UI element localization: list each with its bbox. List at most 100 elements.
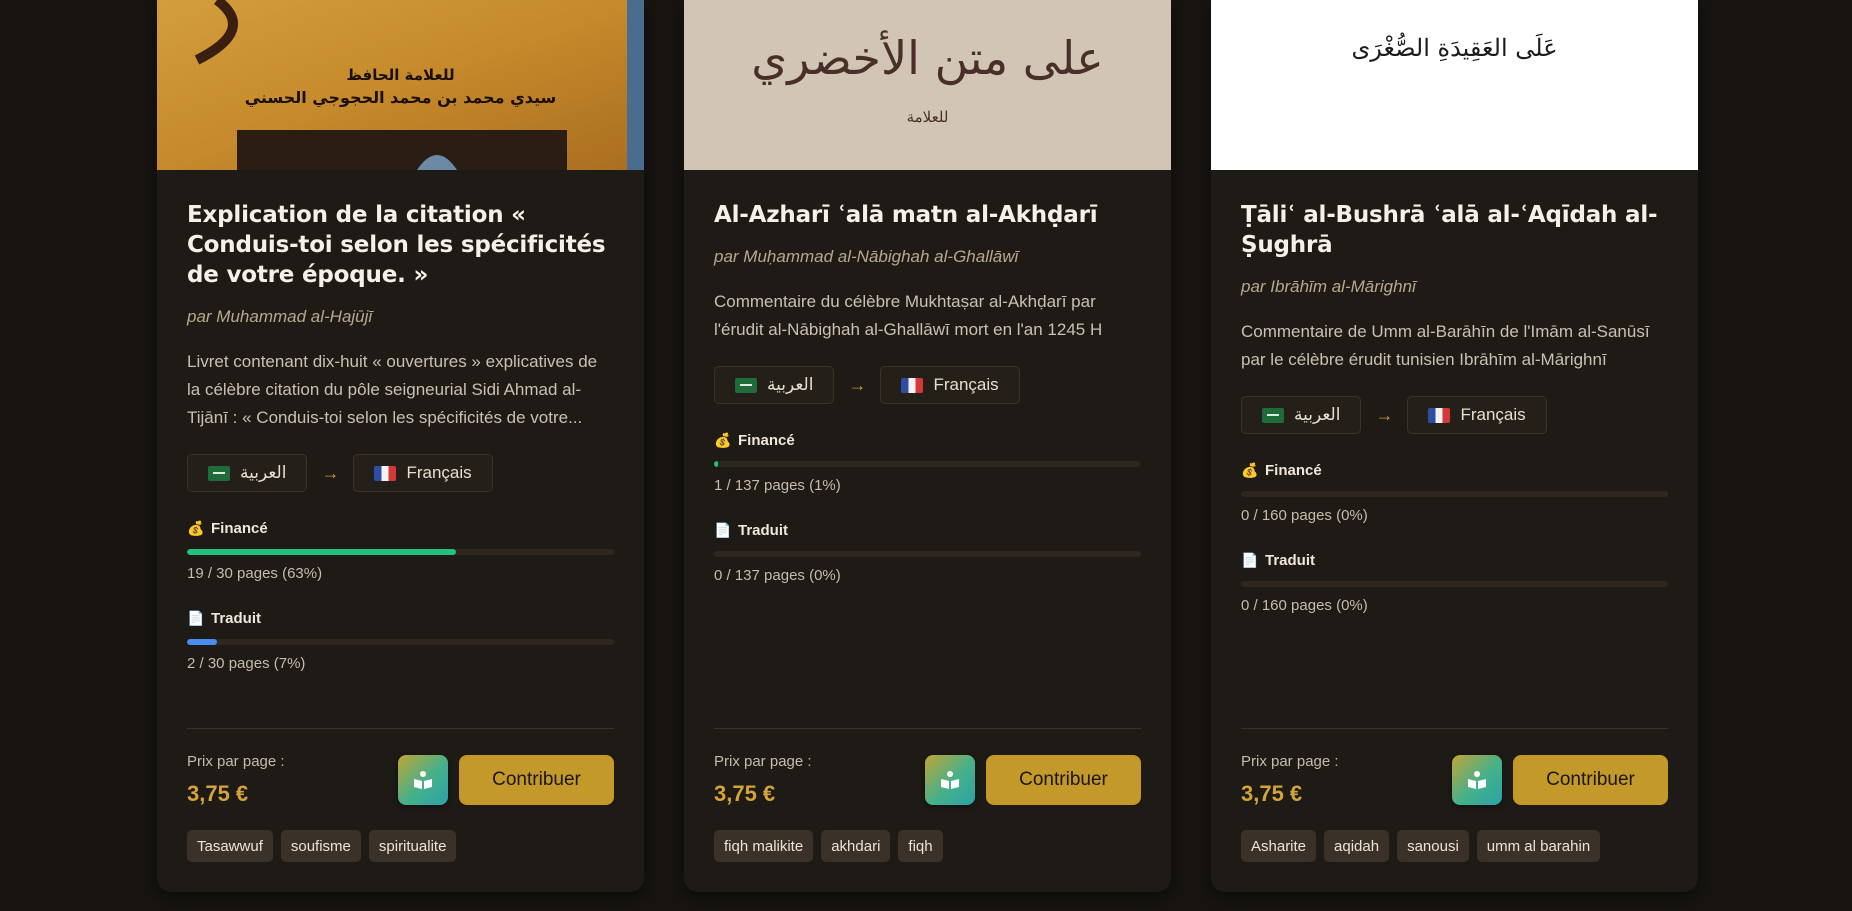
funding-label: Financé	[1265, 462, 1322, 479]
target-language-badge: Français	[880, 366, 1020, 404]
book-title[interactable]: Al-Azharī ʿalā matn al-Akhḍarī	[714, 200, 1141, 230]
tag[interactable]: sanousi	[1397, 830, 1469, 862]
translation-count: 2 / 30 pages (7%)	[187, 655, 306, 672]
translation-count: 0 / 160 pages (0%)	[1241, 597, 1368, 614]
source-language-badge: العربية	[187, 454, 308, 492]
price-per-page: 3,75 €	[187, 781, 249, 806]
book-card[interactable]: للعلامة الحافظ سيدي محمد بن محمد الحجوجي…	[157, 0, 644, 892]
funding-progress: 💰 Financé 0 / 160 pages (0%)	[1241, 462, 1668, 524]
price-label: Prix par page :	[187, 753, 285, 770]
funding-bar-track	[187, 549, 614, 555]
tag[interactable]: fiqh malikite	[714, 830, 814, 862]
book-title[interactable]: Explication de la citation « Conduis-toi…	[187, 200, 614, 290]
book-author: par Muḥammad al-Nābighah al-Ghallāwī	[714, 247, 1019, 266]
cover-text: عَلَى العَقِيدَةِ الصُّغْرَى	[1351, 34, 1558, 62]
card-body: Al-Azharī ʿalā matn al-Akhḍarī par Muḥam…	[714, 170, 1141, 584]
funding-bar-track	[714, 461, 1141, 467]
funding-count: 0 / 160 pages (0%)	[1241, 507, 1368, 524]
funding-bar-fill	[187, 549, 456, 555]
target-language-label: Français	[933, 375, 999, 394]
funding-progress: 💰 Financé 19 / 30 pages (63%)	[187, 520, 614, 582]
read-book-button[interactable]	[925, 755, 975, 805]
book-description: Commentaire de Umm al-Barāhīn de l'Imām …	[1241, 322, 1650, 369]
target-language-badge: Français	[353, 454, 493, 492]
book-title[interactable]: Ṭāliʿ al-Bushrā ʿalā al-ʿAqīdah al-Ṣughr…	[1241, 200, 1668, 260]
book-cover-image[interactable]: على متن الأخضري للعلامة	[684, 0, 1171, 170]
tag-list: Tasawwuf soufisme spiritualite	[187, 830, 457, 862]
funding-count: 19 / 30 pages (63%)	[187, 565, 323, 582]
open-book-icon	[941, 771, 959, 789]
document-icon: 📄	[1241, 552, 1259, 568]
book-description: Commentaire du célèbre Mukhtaṣar al-Akhḍ…	[714, 292, 1103, 339]
translation-progress: 📄 Traduit 2 / 30 pages (7%)	[187, 610, 614, 672]
book-card[interactable]: عَلَى العَقِيدَةِ الصُّغْرَى Ṭāliʿ al-Bu…	[1211, 0, 1698, 892]
cover-text: للعلامة	[906, 108, 949, 126]
funding-bar-fill	[714, 461, 719, 467]
translation-progress: 📄 Traduit 0 / 160 pages (0%)	[1241, 552, 1668, 614]
tag[interactable]: fiqh	[898, 830, 943, 862]
funding-bar-track	[1241, 491, 1668, 497]
arrow-right-icon: →	[848, 374, 867, 395]
document-icon: 📄	[714, 522, 732, 538]
source-language-badge: العربية	[1241, 396, 1362, 434]
funding-progress: 💰 Financé 1 / 137 pages (1%)	[714, 432, 1141, 494]
tag[interactable]: soufisme	[280, 830, 361, 862]
book-author: par Muhammad al-Hajūjī	[187, 307, 373, 326]
tag[interactable]: spiritualite	[368, 830, 457, 862]
book-cover-image[interactable]: للعلامة الحافظ سيدي محمد بن محمد الحجوجي…	[157, 0, 644, 170]
card-body: Ṭāliʿ al-Bushrā ʿalā al-ʿAqīdah al-Ṣughr…	[1241, 170, 1668, 614]
target-language-label: Français	[1460, 405, 1526, 424]
arrow-right-icon: →	[1375, 404, 1394, 425]
cover-text: على متن الأخضري	[751, 31, 1104, 85]
card-footer: Prix par page : 3,75 € Contribuer	[187, 728, 614, 806]
money-bag-icon: 💰	[1241, 462, 1259, 478]
funding-label: Financé	[738, 432, 795, 449]
source-language-label: العربية	[1294, 405, 1341, 424]
card-body: Explication de la citation « Conduis-toi…	[187, 170, 614, 672]
read-book-button[interactable]	[1452, 755, 1502, 805]
tag[interactable]: akhdari	[821, 830, 891, 862]
saudi-flag-icon	[1262, 407, 1284, 423]
book-grid: للعلامة الحافظ سيدي محمد بن محمد الحجوجي…	[157, 0, 1698, 892]
source-language-badge: العربية	[714, 366, 835, 404]
card-footer: Prix par page : 3,75 € Contribuer	[1241, 728, 1668, 806]
price-label: Prix par page :	[714, 753, 812, 770]
tag[interactable]: umm al barahin	[1476, 830, 1601, 862]
read-book-button[interactable]	[398, 755, 448, 805]
book-author: par Ibrāhīm al-Mārighnī	[1241, 277, 1416, 296]
translation-label: Traduit	[738, 522, 789, 539]
source-language-label: العربية	[240, 463, 287, 482]
french-flag-icon	[901, 377, 924, 393]
money-bag-icon: 💰	[714, 432, 732, 448]
french-flag-icon	[374, 465, 397, 481]
contribute-button[interactable]: Contribuer	[1513, 755, 1668, 805]
translation-bar-track	[714, 551, 1141, 557]
book-card[interactable]: على متن الأخضري للعلامة Al-Azharī ʿalā m…	[684, 0, 1171, 892]
arrow-right-icon: →	[321, 462, 340, 483]
tag[interactable]: Asharite	[1241, 830, 1317, 862]
book-cover-image[interactable]: عَلَى العَقِيدَةِ الصُّغْرَى	[1211, 0, 1698, 170]
money-bag-icon: 💰	[187, 520, 205, 536]
tag-list: Asharite aqidah sanousi umm al barahin	[1241, 830, 1601, 862]
open-book-icon	[1468, 771, 1486, 789]
tag[interactable]: aqidah	[1324, 830, 1390, 862]
card-footer: Prix par page : 3,75 € Contribuer	[714, 728, 1141, 806]
tag-list: fiqh malikite akhdari fiqh	[714, 830, 943, 862]
language-pair: العربية → Français	[714, 366, 1141, 404]
cover-text: سيدي محمد بن محمد الحجوجي الحسني	[244, 88, 557, 107]
contribute-button[interactable]: Contribuer	[986, 755, 1141, 805]
contribute-button[interactable]: Contribuer	[459, 755, 614, 805]
language-pair: العربية → Français	[187, 454, 614, 492]
translation-bar-fill	[187, 639, 217, 645]
open-book-icon	[414, 771, 432, 789]
cover-text: للعلامة الحافظ	[346, 66, 455, 84]
price-label: Prix par page :	[1241, 753, 1339, 770]
translation-bar-track	[187, 639, 614, 645]
funding-label: Financé	[211, 520, 268, 537]
translation-progress: 📄 Traduit 0 / 137 pages (0%)	[714, 522, 1141, 584]
saudi-flag-icon	[208, 465, 230, 481]
translation-label: Traduit	[1265, 552, 1316, 569]
tag[interactable]: Tasawwuf	[187, 830, 273, 862]
document-icon: 📄	[187, 610, 205, 626]
funding-count: 1 / 137 pages (1%)	[714, 477, 841, 494]
